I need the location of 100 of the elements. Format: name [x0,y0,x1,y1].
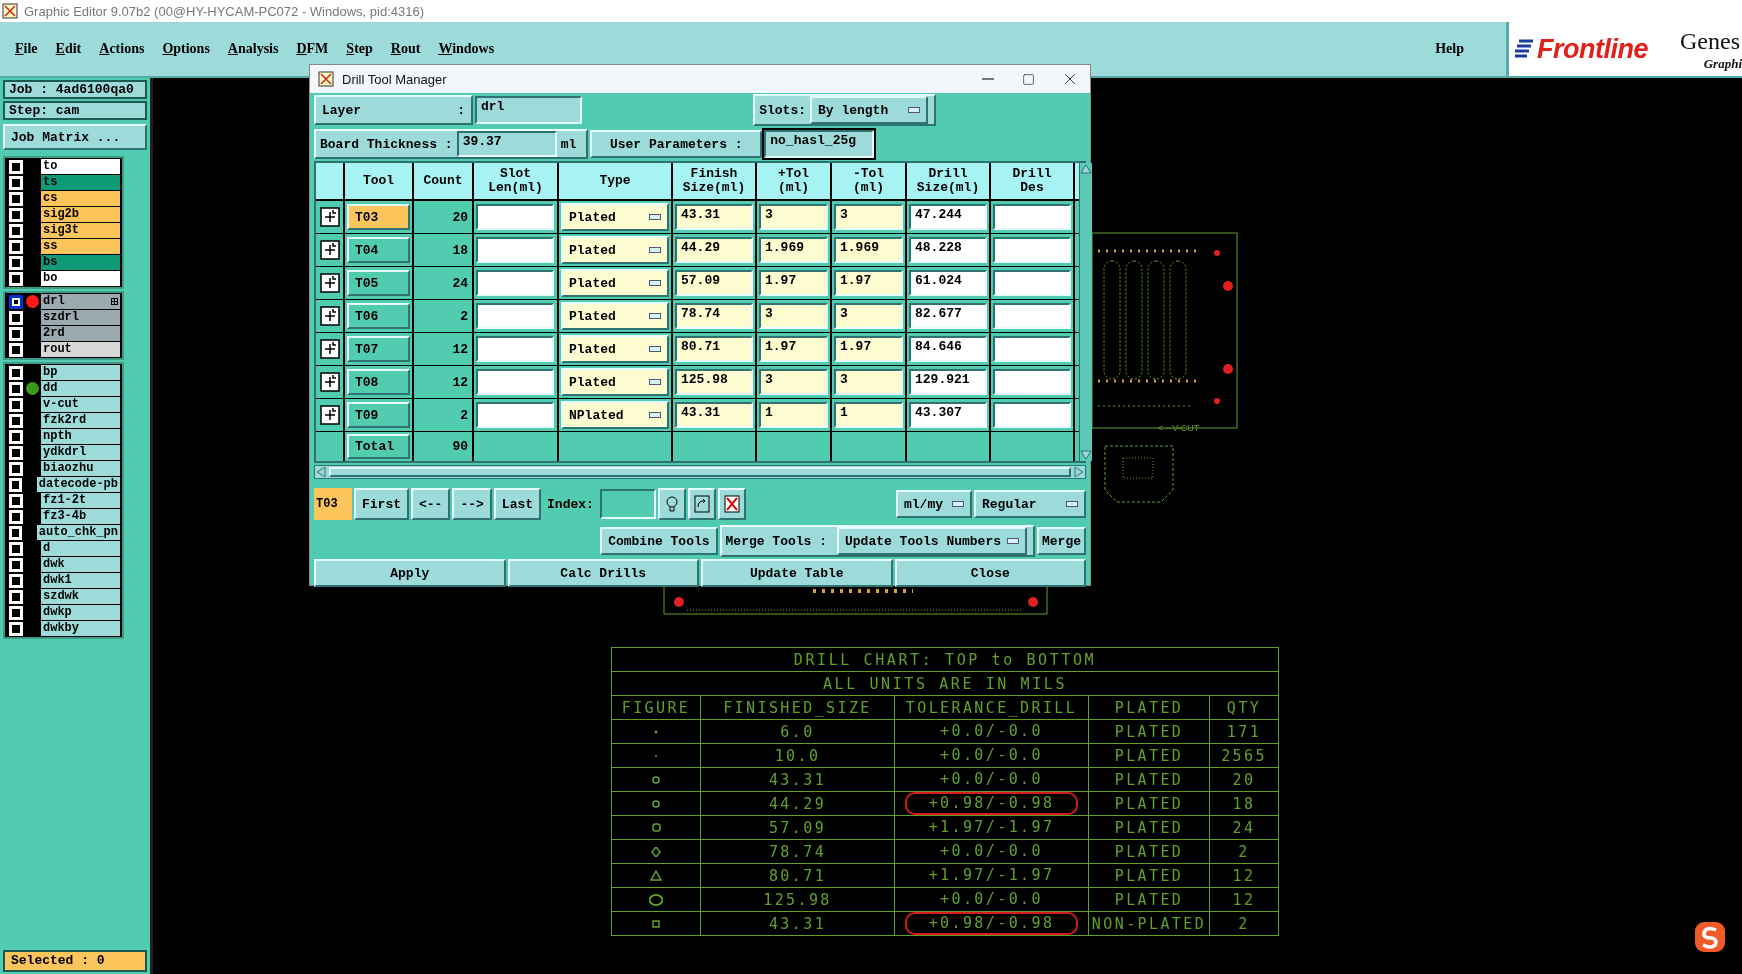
menu-item[interactable]: Rout [390,41,421,57]
input-field[interactable]: 129.921 [909,369,987,395]
input-field[interactable]: 1 [834,402,903,428]
input-field[interactable] [993,303,1071,329]
vertical-scrollbar[interactable] [1079,163,1092,461]
layer-item[interactable]: rout [41,342,120,357]
input-field[interactable] [993,402,1071,428]
nav-button[interactable]: <-- [411,488,451,520]
layer-item[interactable]: fzk2rd [41,413,120,428]
menu-item[interactable]: Analysis [227,41,279,57]
input-field[interactable]: 125.98 [675,369,753,395]
layer-item[interactable]: dd [41,381,120,396]
input-field[interactable] [476,303,554,329]
user-parameters-field[interactable]: no_hasl_25g [764,130,875,158]
layer-item[interactable]: ydkdrl [41,445,120,460]
input-field[interactable]: 61.024 [909,270,987,296]
layer-item[interactable]: szdrl [41,310,120,325]
total-button[interactable]: Total [347,434,410,459]
input-field[interactable]: 44.29 [675,237,753,263]
layer-item[interactable]: 2rd [41,326,120,341]
type-dropdown[interactable]: Plated [561,368,669,396]
tool-button[interactable]: T08 [347,369,410,395]
layer-button[interactable]: Layer : [314,95,473,125]
input-field[interactable] [476,336,554,362]
input-field[interactable]: 3 [834,303,903,329]
input-field[interactable]: 1.97 [759,270,828,296]
tool-button[interactable]: T07 [347,336,410,362]
input-field[interactable]: 43.31 [675,402,753,428]
layer-item[interactable]: dwkp [41,605,120,620]
layer-item[interactable]: dwkby [41,621,120,636]
menu-item[interactable]: Windows [438,41,495,57]
nav-button[interactable]: Last [493,488,542,520]
action-button[interactable]: Calc Drills [507,559,699,587]
input-field[interactable]: 84.646 [909,336,987,362]
layer-item[interactable]: drl [41,294,120,309]
type-dropdown[interactable]: Plated [561,335,669,363]
layer-item[interactable]: fz3-4b [41,509,120,524]
layer-item[interactable]: d [41,541,120,556]
input-field[interactable] [993,237,1071,263]
input-field[interactable] [476,237,554,263]
index-field[interactable] [599,489,656,519]
input-field[interactable] [993,369,1071,395]
scroll-up-icon[interactable] [1080,163,1092,175]
layer-item[interactable]: to [41,159,120,174]
delete-button[interactable] [717,488,746,520]
scrollbar-thumb[interactable] [329,467,1071,477]
input-field[interactable] [993,204,1071,230]
input-field[interactable]: 1.969 [759,237,828,263]
layer-item[interactable]: biaozhu [41,461,120,476]
slots-dropdown[interactable]: By length [810,96,928,124]
input-field[interactable]: 57.09 [675,270,753,296]
input-field[interactable]: 1.97 [834,270,903,296]
merge-option-dropdown[interactable]: Update Tools Numbers [837,527,1027,555]
redo-button[interactable] [687,488,716,520]
menu-item[interactable]: Options [162,41,210,57]
input-field[interactable]: 43.31 [675,204,753,230]
input-field[interactable]: 3 [759,303,828,329]
input-field[interactable]: 1 [759,402,828,428]
input-field[interactable]: 47.244 [909,204,987,230]
layer-item[interactable]: v-cut [41,397,120,412]
thickness-field[interactable]: 39.37 [456,131,557,157]
input-field[interactable]: 82.677 [909,303,987,329]
input-field[interactable]: 78.74 [675,303,753,329]
menu-item[interactable]: DFM [296,41,329,57]
action-button[interactable]: Apply [314,559,506,587]
type-dropdown[interactable]: Plated [561,236,669,264]
menu-item[interactable]: Step [346,41,373,57]
layer-item[interactable]: npth [41,429,120,444]
input-field[interactable] [476,369,554,395]
input-field[interactable]: 1.97 [759,336,828,362]
layer-item[interactable]: fz1-2t [41,493,120,508]
expand-icon[interactable] [319,306,340,326]
expand-icon[interactable] [319,240,340,260]
input-field[interactable]: 3 [759,204,828,230]
hint-button[interactable] [657,488,686,520]
nav-button[interactable]: --> [452,488,492,520]
layer-item[interactable]: ss [41,239,120,254]
type-dropdown[interactable]: NPlated [561,401,669,429]
input-field[interactable]: 1.969 [834,237,903,263]
combine-tools-button[interactable]: Combine Tools [600,527,718,555]
units-dropdown[interactable]: ml/my [896,490,972,518]
layer-item[interactable]: sig2b [41,207,120,222]
layer-item[interactable]: sig3t [41,223,120,238]
input-field[interactable]: 3 [759,369,828,395]
input-field[interactable] [993,336,1071,362]
expand-icon[interactable] [319,207,340,227]
layer-item[interactable]: datecode-pb [36,477,120,492]
tool-button[interactable]: T03 [347,204,410,230]
tool-button[interactable]: T04 [347,237,410,263]
expand-icon[interactable] [319,273,340,293]
tool-button[interactable]: T09 [347,402,410,428]
checkbox[interactable] [9,294,23,309]
menu-item[interactable]: Actions [99,41,145,57]
action-button[interactable]: Update Table [701,559,893,587]
menu-item[interactable]: Edit [55,41,82,57]
input-field[interactable]: 1.97 [834,336,903,362]
input-field[interactable]: 48.228 [909,237,987,263]
layer-item[interactable]: dwk1 [41,573,120,588]
layer-field[interactable]: drl [475,96,582,124]
tool-button[interactable]: T06 [347,303,410,329]
